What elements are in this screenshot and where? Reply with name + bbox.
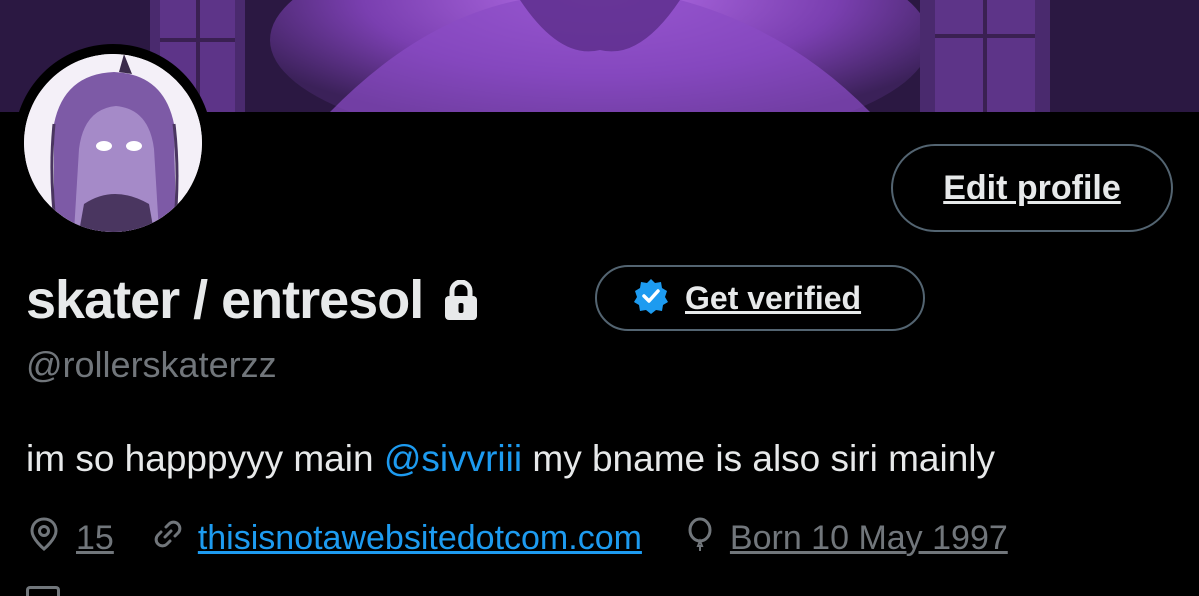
display-name: skater / entresol (26, 270, 424, 330)
calendar-icon (26, 586, 60, 596)
bio-mention-link[interactable]: @sivvriii (384, 438, 522, 479)
bio-text-start: im so happpyyy main (26, 438, 384, 479)
avatar-image (24, 54, 202, 232)
get-verified-label: Get verified (685, 279, 862, 316)
get-verified-button[interactable]: Get verified (595, 265, 925, 331)
lock-icon (443, 279, 479, 320)
location-text[interactable]: 15 (76, 519, 114, 558)
verified-badge-icon (633, 278, 669, 319)
bio-text-end: my bname is also siri mainly (522, 438, 995, 479)
website-item: thisisnotawebsitedotcom.com (150, 516, 642, 561)
website-link[interactable]: thisisnotawebsitedotcom.com (198, 519, 642, 558)
link-icon (150, 516, 186, 561)
avatar[interactable] (14, 44, 212, 242)
birthday-item: Born 10 May 1997 (682, 516, 1008, 561)
profile-meta: 15 thisisnotawebsitedotcom.com Born 10 M… (26, 514, 1008, 562)
birthday-text[interactable]: Born 10 May 1997 (730, 519, 1008, 558)
profile-bio: im so happpyyy main @sivvriii my bname i… (26, 438, 995, 480)
profile-name-row: skater / entresol (26, 262, 479, 338)
location-pin-icon (26, 516, 62, 561)
edit-profile-button[interactable]: Edit profile (891, 144, 1173, 232)
location-item: 15 (26, 516, 114, 561)
user-handle: @rollerskaterzz (26, 344, 277, 385)
balloon-icon (682, 516, 718, 561)
